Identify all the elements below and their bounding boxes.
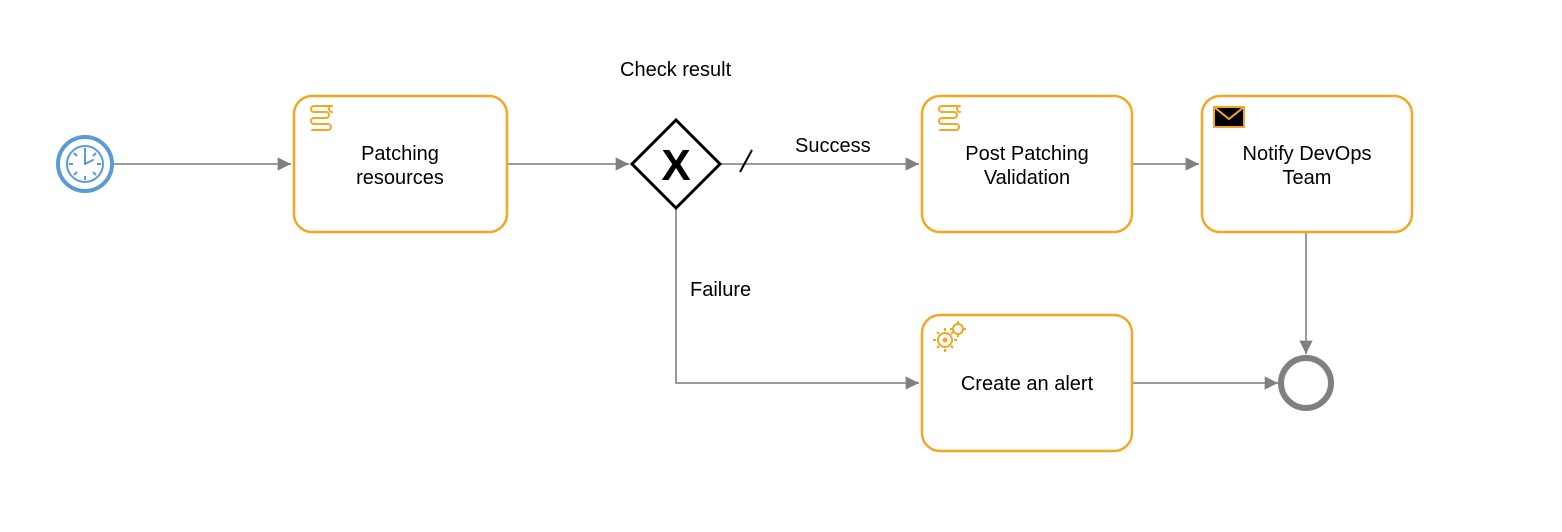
task-create-alert: Create an alert (922, 315, 1132, 451)
task-alert-line1: Create an alert (961, 373, 1094, 395)
flow-label-success: Success (795, 135, 871, 157)
task-validation-line2: Validation (984, 167, 1070, 189)
task-notify-line2: Team (1283, 167, 1332, 189)
end-event (1281, 358, 1331, 408)
task-patching-resources: Patching resources (294, 96, 507, 232)
gateway-label: Check result (620, 59, 732, 81)
flow-success: Success (720, 135, 919, 172)
task-validation-line1: Post Patching (965, 143, 1088, 165)
gateway-x-icon: X (661, 141, 690, 190)
flow-failure: Failure (676, 207, 919, 383)
task-post-patching-validation: Post Patching Validation (922, 96, 1132, 232)
message-icon (1214, 107, 1244, 127)
flow-label-failure: Failure (690, 279, 751, 301)
task-notify-devops: Notify DevOps Team (1202, 96, 1412, 232)
start-event-timer (58, 137, 112, 191)
task-notify-line1: Notify DevOps (1243, 143, 1372, 165)
task-patching-line2: resources (356, 167, 444, 189)
task-patching-line1: Patching (361, 143, 439, 165)
gateway-check-result: Check result X (620, 59, 732, 208)
